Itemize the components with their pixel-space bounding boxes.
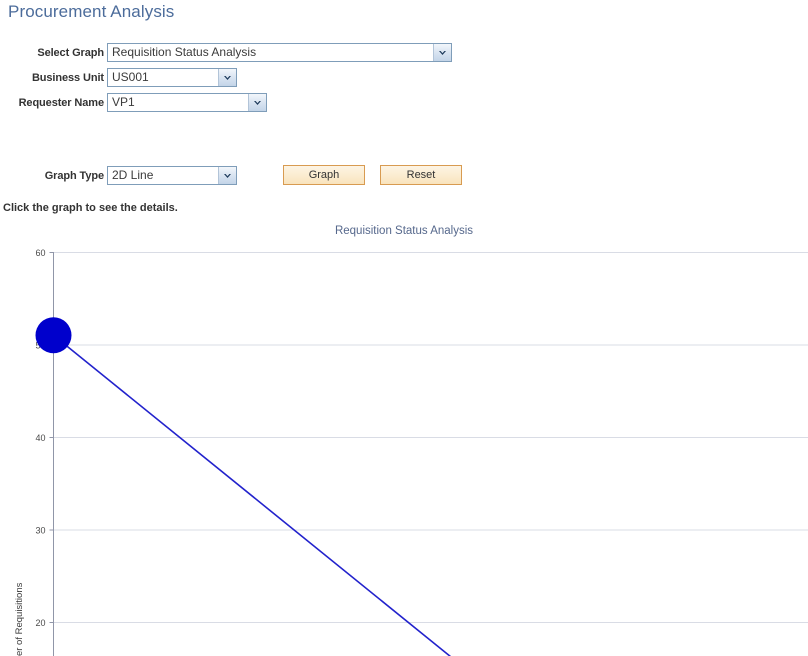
action-button-group: Graph Reset (283, 165, 462, 185)
chart-container[interactable]: Requisition Status Analysis 6050403020 N… (0, 222, 808, 656)
chevron-down-icon[interactable] (218, 69, 236, 86)
graph-type-label: Graph Type (44, 169, 104, 182)
graph-hint-text: Click the graph to see the details. (3, 202, 178, 214)
requester-name-value: VP1 (112, 95, 135, 109)
chevron-down-icon[interactable] (433, 44, 451, 61)
requester-name-dropdown[interactable]: VP1 (107, 93, 267, 112)
select-graph-label: Select Graph (37, 46, 104, 59)
select-graph-value: Requisition Status Analysis (112, 45, 257, 59)
y-tick-label: 60 (35, 248, 45, 258)
graph-type-dropdown[interactable]: 2D Line (107, 166, 237, 185)
form-row-graph-type: Graph Type 2D Line (0, 166, 237, 185)
chart-yticks (49, 252, 54, 623)
series-line[interactable] (52, 334, 454, 656)
y-tick-label: 30 (35, 526, 45, 536)
form-row-requester-name: Requester Name VP1 (0, 90, 500, 115)
reset-button[interactable]: Reset (380, 165, 462, 185)
y-axis-title: Number of Requisitions (14, 582, 25, 656)
chart-series[interactable] (35, 317, 454, 656)
chart-svg[interactable]: 6050403020 Number of Requisitions (0, 222, 808, 656)
form-row-select-graph: Select Graph Requisition Status Analysis (0, 40, 500, 65)
chevron-down-icon[interactable] (248, 94, 266, 111)
form-row-business-unit: Business Unit US001 (0, 65, 500, 90)
select-graph-dropdown[interactable]: Requisition Status Analysis (107, 43, 452, 62)
filter-form: Select Graph Requisition Status Analysis… (0, 40, 500, 115)
business-unit-value: US001 (112, 70, 149, 84)
chevron-down-icon[interactable] (218, 167, 236, 184)
chart-gridlines (53, 252, 808, 623)
business-unit-label: Business Unit (31, 71, 104, 84)
graph-type-value: 2D Line (112, 168, 154, 182)
requester-name-label: Requester Name (18, 96, 105, 109)
y-tick-label: 20 (35, 618, 45, 628)
page-title: Procurement Analysis (8, 2, 175, 21)
chart-ytick-labels: 6050403020 (35, 248, 45, 628)
data-point-marker[interactable] (35, 317, 72, 354)
y-tick-label: 40 (35, 433, 45, 443)
graph-button[interactable]: Graph (283, 165, 365, 185)
business-unit-dropdown[interactable]: US001 (107, 68, 237, 87)
